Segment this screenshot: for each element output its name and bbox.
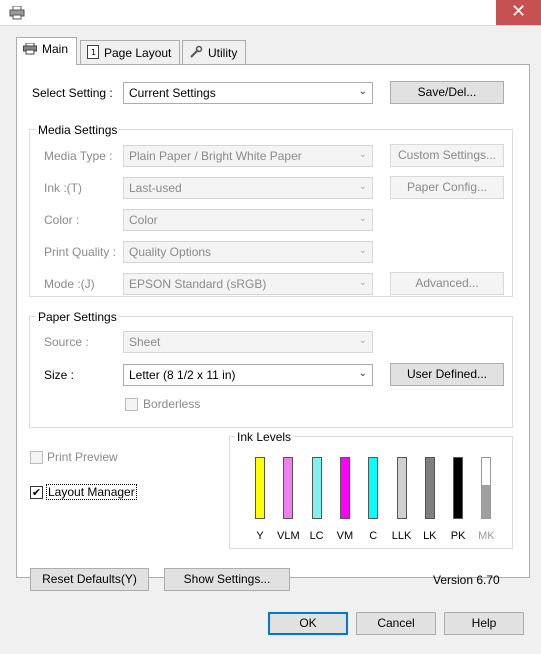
chevron-down-icon: ⌄ [358,277,367,288]
tab-main-label: Main [42,42,69,56]
ink-dropdown[interactable]: Last-used ⌄ [123,177,373,199]
printer-icon [9,5,25,20]
select-setting-dropdown[interactable]: Current Settings ⌄ [123,82,373,104]
ink-bar-mk [481,457,492,519]
chevron-down-icon: ⌄ [358,245,367,256]
svg-text:1: 1 [91,48,96,57]
print-quality-value: Quality Options [129,245,212,259]
mode-value: EPSON Standard (sRGB) [129,277,267,291]
layout-manager-label: Layout Manager [46,484,137,500]
print-quality-dropdown[interactable]: Quality Options ⌄ [123,241,373,263]
ink-label-mk: MK [478,530,495,542]
main-tab-panel: Select Setting : Current Settings ⌄ Save… [16,64,530,578]
ink-levels-title: Ink Levels [235,430,294,444]
wrench-icon [189,45,203,62]
print-preview-checkbox[interactable] [30,451,43,464]
ink-fill-lk [425,458,434,518]
size-label: Size : [44,368,75,382]
paper-config-button[interactable]: Paper Config... [390,176,504,199]
borderless-checkbox[interactable] [125,398,138,411]
ink-fill-vm [340,458,349,518]
ink-bar-lc [311,457,322,519]
ink-label: Ink :(T) [44,181,82,195]
ink-bar-y [255,457,265,519]
close-button[interactable]: ✕ [496,0,541,25]
layout-manager-checkbox[interactable]: ✔ [30,486,43,499]
ink-label-vm: VM [336,530,354,542]
size-dropdown[interactable]: Letter (8 1/2 x 11 in) ⌄ [123,364,373,386]
advanced-button[interactable]: Advanced... [390,272,504,295]
size-value: Letter (8 1/2 x 11 in) [129,368,236,382]
chevron-down-icon: ⌄ [358,213,367,224]
cancel-button[interactable]: Cancel [356,612,436,635]
color-value: Color [129,213,158,227]
chevron-down-icon: ⌄ [358,335,367,346]
ink-bar-pk [453,457,464,519]
ink-label-y: Y [256,530,264,542]
save-del-button[interactable]: Save/Del... [390,81,504,104]
media-type-label: Media Type : [44,149,113,163]
borderless-label: Borderless [143,397,201,411]
tab-page-layout-label: Page Layout [104,46,172,60]
ink-label-lc: LC [309,530,324,542]
chevron-down-icon: ⌄ [358,368,367,379]
source-value: Sheet [129,335,161,349]
color-label: Color : [44,213,80,227]
print-preview-label: Print Preview [47,450,118,464]
media-settings-title: Media Settings [36,123,120,137]
select-setting-value: Current Settings [129,86,216,100]
ink-fill-vlm [284,458,293,518]
mode-label: Mode :(J) [44,277,95,291]
ink-label-lk: LK [423,530,437,542]
ink-label-c: C [369,530,378,542]
page-icon: 1 [87,45,99,62]
tab-main[interactable]: Main [16,37,78,65]
ok-button[interactable]: OK [268,612,348,635]
title-bar: ✕ [0,0,541,26]
ink-bar-lk [424,457,435,519]
show-settings-button[interactable]: Show Settings... [164,568,290,591]
ink-bar-llk [396,457,407,519]
ink-fill-lc [312,458,321,518]
tab-utility-label: Utility [208,46,238,60]
source-dropdown[interactable]: Sheet ⌄ [123,331,373,353]
ink-bar-c [368,457,379,519]
ink-fill-llk [397,458,406,518]
dialog-body: Main 1 Page Layout Utility Select Settin… [0,26,541,654]
ink-label-llk: LLK [391,530,412,542]
chevron-down-icon: ⌄ [358,86,367,97]
ink-label-vlm: VLM [276,530,300,542]
ink-fill-pk [454,458,463,518]
chevron-down-icon: ⌄ [358,181,367,192]
ink-fill-c [369,458,378,518]
mode-dropdown[interactable]: EPSON Standard (sRGB) ⌄ [123,273,373,295]
media-type-dropdown[interactable]: Plain Paper / Bright White Paper ⌄ [123,145,373,167]
version-label: Version 6.70 [433,573,500,587]
paper-settings-title: Paper Settings [36,310,119,324]
print-quality-label: Print Quality : [44,245,117,259]
custom-settings-button[interactable]: Custom Settings... [390,144,504,167]
ink-value: Last-used [129,181,182,195]
tab-page-layout[interactable]: 1 Page Layout [80,40,181,64]
ink-bar-vm [339,457,350,519]
tab-utility[interactable]: Utility [182,40,247,64]
user-defined-button[interactable]: User Defined... [390,363,504,386]
select-setting-label: Select Setting : [32,86,113,100]
ink-fill-y [256,458,264,518]
help-button[interactable]: Help [444,612,524,635]
media-type-value: Plain Paper / Bright White Paper [129,149,302,163]
ink-fill-mk [482,485,491,518]
ink-label-pk: PK [450,530,466,542]
reset-defaults-button[interactable]: Reset Defaults(Y) [30,568,149,591]
chevron-down-icon: ⌄ [358,149,367,160]
source-label: Source : [44,335,89,349]
color-dropdown[interactable]: Color ⌄ [123,209,373,231]
ink-bar-vlm [283,457,294,519]
printer-icon [23,42,37,58]
